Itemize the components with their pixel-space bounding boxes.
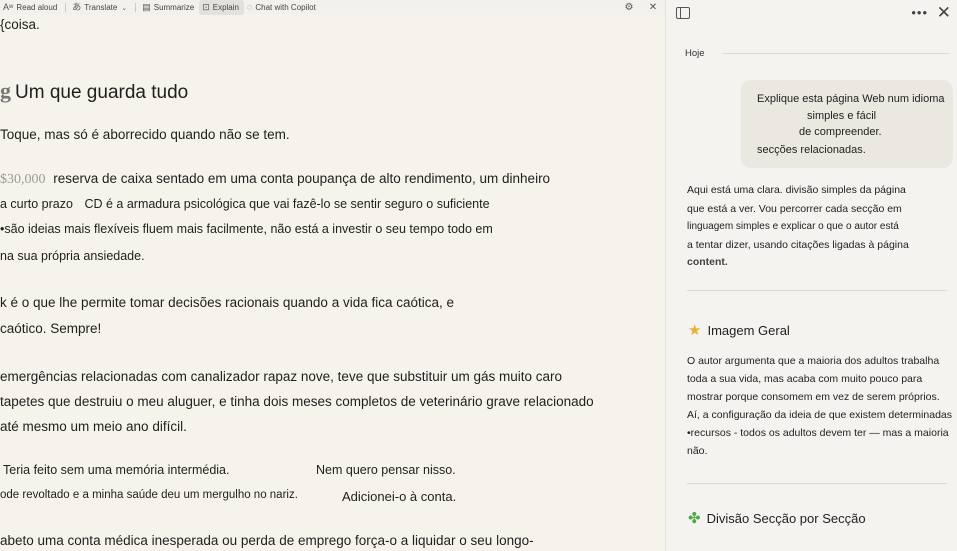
article-line: k é o que lhe permite tomar decisões rac… — [0, 295, 455, 310]
article-line-text: CD é a armadura psicológica que vai fazê… — [84, 197, 490, 211]
article-line: abeto uma conta médica inesperada ou per… — [0, 533, 534, 548]
toolbar-right-actions: ⚙ ✕ — [617, 0, 665, 15]
article-line-text: ode revoltado e a minha saúde deu um mer… — [0, 489, 298, 501]
explain-label: Explain — [212, 3, 239, 12]
copilot-side-panel: ••• ✕ Hoje Explique esta página Web num … — [665, 0, 957, 551]
star-icon: ★ — [688, 322, 702, 339]
article-line-text: Teria feito sem uma memória intermédia. — [3, 463, 230, 477]
chevron-down-icon[interactable]: ⌄ — [121, 4, 127, 12]
reader-toolbar: A͏ʷ Read aloud あ Translate ⌄ ▤ Summarize… — [0, 0, 665, 15]
response-line: content. — [687, 256, 728, 268]
article-line: até mesmo um meio ano difícil. — [0, 419, 187, 434]
article-line: a curto prazo CD é a armadura psicológic… — [0, 197, 490, 211]
amount-figure: $30,000 — [0, 172, 46, 187]
more-options-icon[interactable]: ••• — [911, 5, 928, 20]
article-line: $30,000 reserva de caixa sentado em uma … — [0, 171, 550, 188]
date-rule — [722, 53, 949, 54]
section-divider — [687, 483, 947, 484]
article-line: •são ideias mais flexíveis fluem mais fa… — [0, 222, 493, 236]
article-line-text: Nem quero pensar nisso. — [316, 463, 456, 477]
section-title-text: Imagem Geral — [707, 322, 790, 338]
user-message-line: simples e fácil — [807, 110, 877, 122]
response-line: a tentar dizer, usando citações ligadas … — [687, 239, 909, 251]
read-aloud-button[interactable]: A͏ʷ Read aloud — [0, 0, 62, 15]
section-body-line: O autor argumenta que a maioria dos adul… — [687, 355, 940, 367]
chat-label: Chat with Copilot — [255, 3, 316, 12]
article-line: na sua própria ansiedade. — [0, 249, 145, 263]
article-line: Teria feito sem uma memória intermédia. … — [0, 463, 456, 477]
section-title-text: Divisão Secção por Secção — [706, 510, 866, 526]
read-aloud-icon: A͏ʷ — [3, 2, 14, 12]
summarize-button[interactable]: ▤ Summarize — [139, 0, 199, 15]
section-body-line: não. — [687, 445, 708, 457]
section-body-line: •recursos - todos os adultos devem ter —… — [687, 427, 949, 439]
close-panel-icon[interactable]: ✕ — [937, 3, 951, 23]
section-title-overview: ★ Imagem Geral — [688, 321, 790, 339]
toolbar-divider — [65, 3, 67, 12]
sidebar-toggle-icon[interactable] — [676, 7, 690, 19]
close-reader-icon[interactable]: ✕ — [641, 2, 665, 13]
article-line: emergências relacionadas com canalizador… — [0, 369, 563, 384]
article-line: caótico. Sempre! — [0, 321, 102, 336]
user-message-line: de compreender. — [799, 126, 882, 138]
user-message-bubble: Explique esta página Web num idioma simp… — [741, 80, 953, 168]
explain-icon: ⊡ — [202, 2, 210, 12]
explain-button[interactable]: ⊡ Explain — [199, 0, 244, 15]
translate-icon: あ — [72, 2, 82, 12]
panel-header: ••• ✕ — [666, 0, 957, 30]
toolbar-divider — [135, 3, 137, 12]
response-line: linguagem simples e explicar o que o aut… — [687, 221, 899, 232]
response-line: Aqui está uma clara. divisão simples da … — [687, 184, 906, 196]
article-line-text: Adicionei-o à conta. — [342, 489, 457, 504]
article-line-text: reserva de caixa sentado em uma conta po… — [53, 171, 551, 186]
article-line: {coisa. — [0, 17, 40, 32]
puzzle-piece-icon: ✤ — [688, 510, 701, 527]
summarize-icon: ▤ — [142, 2, 151, 12]
article-line: Toque, mas só é aborrecido quando não se… — [0, 127, 290, 142]
translate-button[interactable]: あ Translate ⌄ — [69, 0, 132, 15]
section-body-line: mostrar porque consomem em vez de serem … — [687, 391, 940, 403]
date-label: Hoje — [685, 48, 705, 59]
response-line: que está a ver. Vou percorrer cada secçã… — [687, 203, 902, 215]
summarize-label: Summarize — [153, 3, 195, 12]
chat-with-copilot-button[interactable]: ◌ Chat with Copilot — [244, 0, 321, 15]
article-line: tapetes que destruiu o meu aluguer, e ti… — [0, 394, 594, 409]
section-divider — [687, 290, 947, 291]
section-body-line: toda a sua vida, mas acaba com muito pou… — [687, 373, 923, 385]
read-aloud-label: Read aloud — [16, 3, 58, 12]
copilot-icon: ◌ — [246, 2, 253, 12]
section-body-line: Aí, a configuração da ideia de que exist… — [687, 409, 952, 421]
article-line-text: a curto prazo — [0, 197, 73, 211]
translate-label: Translate — [84, 3, 118, 12]
user-message-line: secções relacionadas. — [757, 144, 866, 156]
article-line: ode revoltado e a minha saúde deu um mer… — [0, 489, 456, 504]
heading-drop-glyph: g — [0, 78, 11, 103]
date-separator: Hoje — [685, 48, 949, 59]
settings-gear-icon[interactable]: ⚙ — [617, 2, 641, 13]
user-message-line: Explique esta página Web num idioma — [757, 93, 945, 105]
article-heading: g Um que guarda tudo — [0, 78, 188, 104]
heading-text: Um que guarda tudo — [15, 82, 189, 103]
article-content: {coisa. g Um que guarda tudo Toque, mas s… — [0, 15, 665, 551]
section-title-breakdown: ✤ Divisão Secção por Secção — [688, 509, 866, 527]
